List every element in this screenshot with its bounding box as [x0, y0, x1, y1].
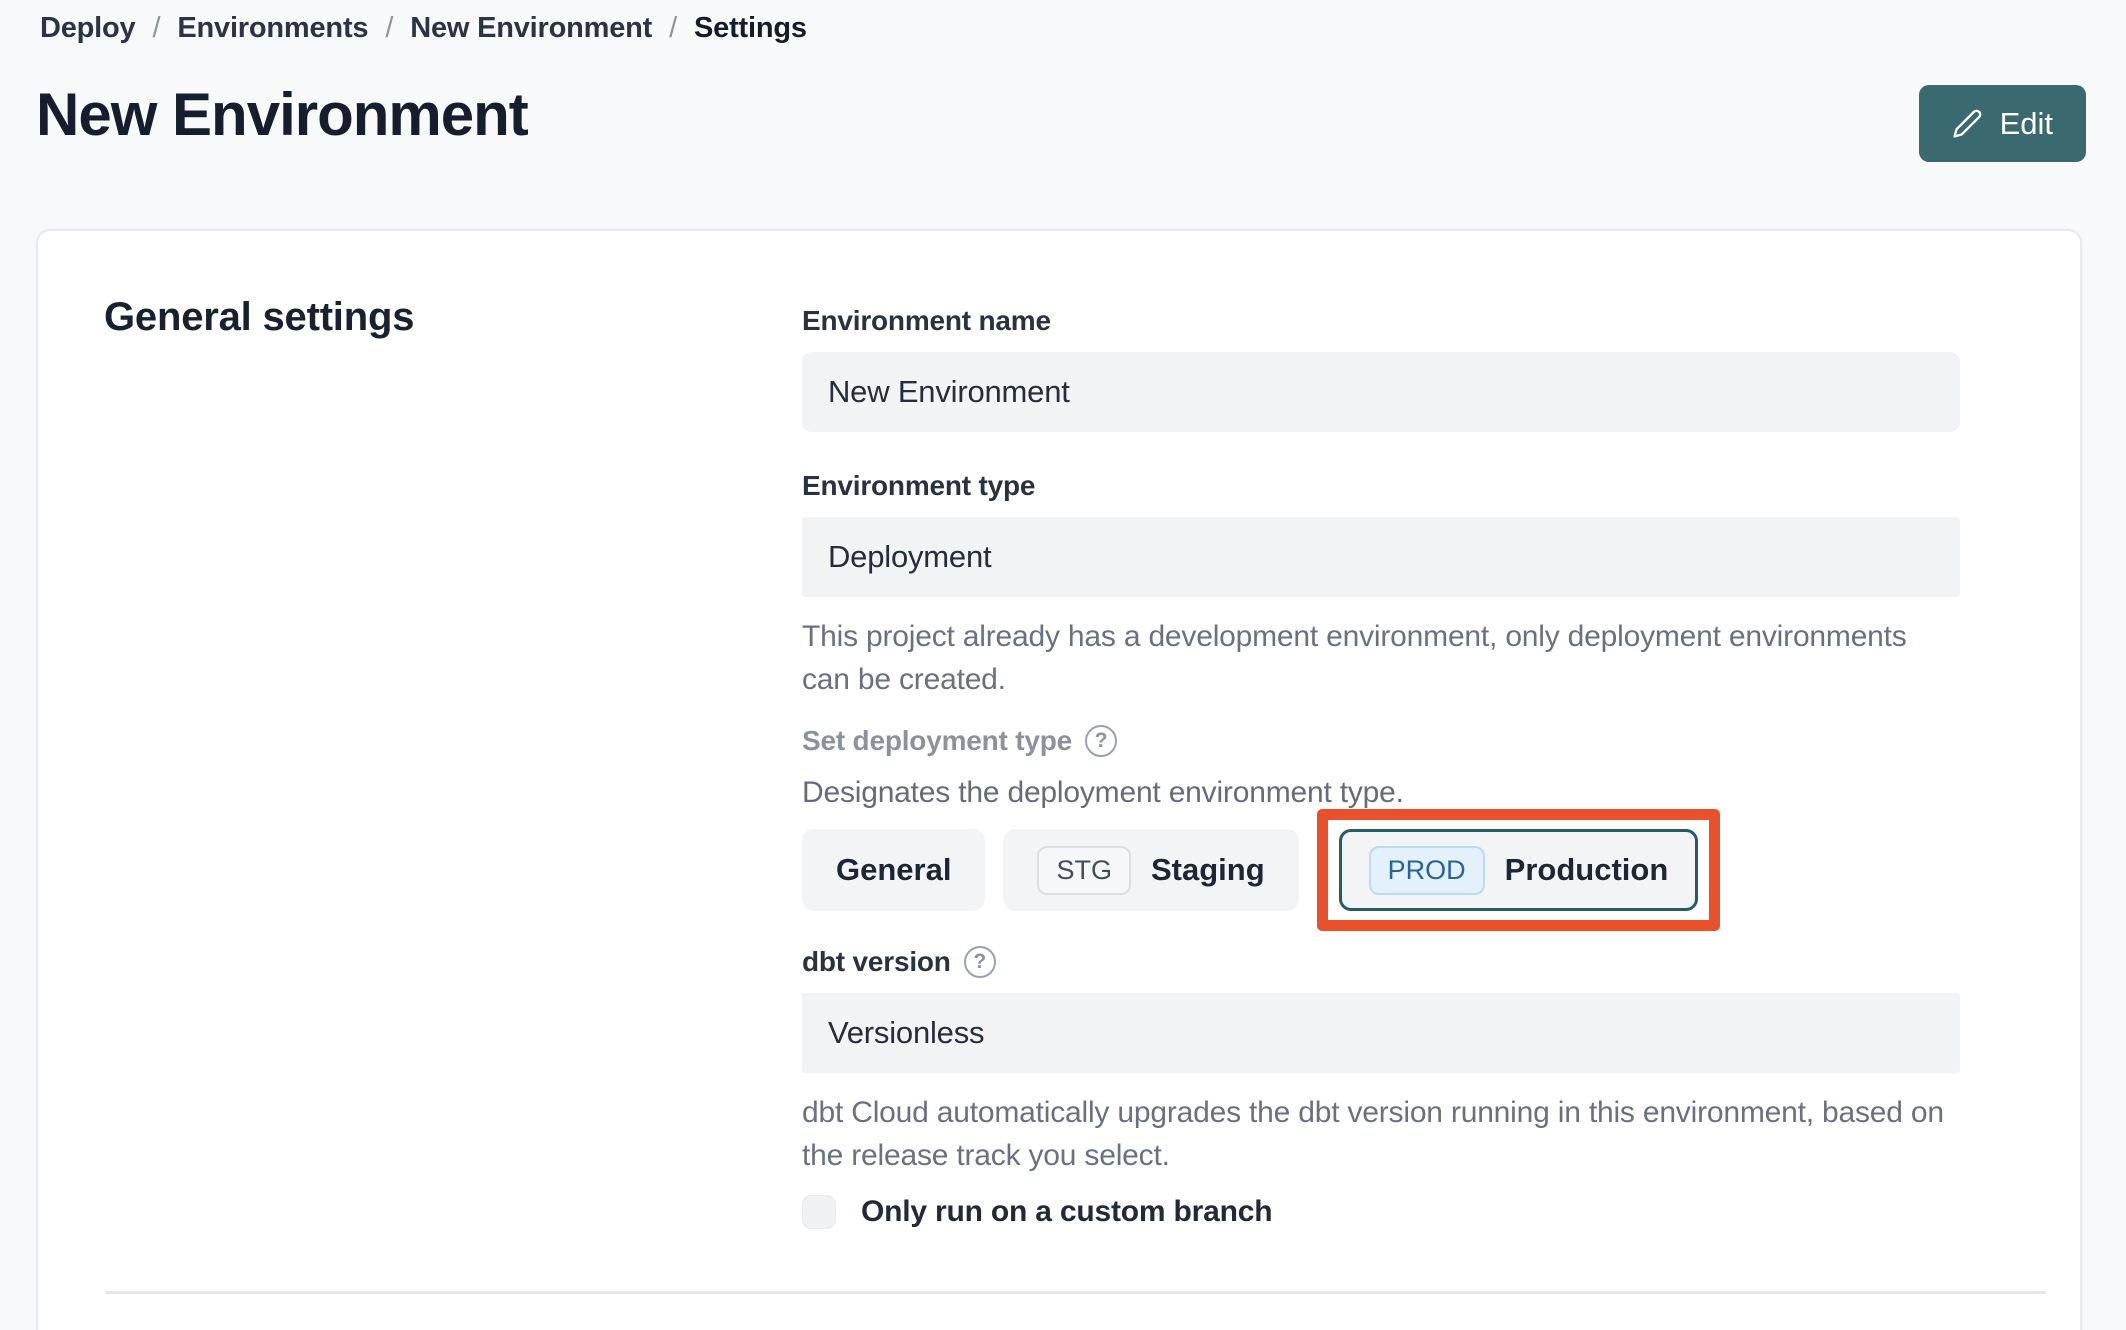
- staging-badge: STG: [1037, 845, 1131, 895]
- section-title: General settings: [104, 295, 415, 339]
- breadcrumb-environments[interactable]: Environments: [177, 12, 368, 45]
- settings-form: Environment name New Environment Environ…: [802, 305, 1960, 1229]
- breadcrumb-separator: /: [385, 12, 394, 44]
- environment-name-field: New Environment: [802, 352, 1960, 432]
- custom-branch-checkbox[interactable]: [802, 1195, 836, 1229]
- custom-branch-row: Only run on a custom branch: [802, 1195, 1960, 1229]
- edit-button-label: Edit: [1999, 105, 2053, 141]
- breadcrumb-deploy[interactable]: Deploy: [40, 12, 136, 45]
- breadcrumb: Deploy / Environments / New Environment …: [40, 12, 807, 45]
- custom-branch-label: Only run on a custom branch: [861, 1195, 1273, 1228]
- deployment-type-options: General STG Staging PROD Production: [802, 808, 1960, 932]
- environment-type-field: Deployment: [802, 517, 1960, 597]
- dbt-version-help: dbt Cloud automatically upgrades the dbt…: [802, 1096, 1944, 1172]
- environment-name-label: Environment name: [802, 305, 1051, 336]
- pencil-icon: [1952, 108, 1983, 139]
- edit-button[interactable]: Edit: [1918, 85, 2086, 162]
- dbt-version-value: Versionless: [828, 1015, 985, 1050]
- environment-name-value: New Environment: [828, 374, 1070, 409]
- deployment-type-label: Set deployment type: [802, 725, 1960, 757]
- question-icon[interactable]: [963, 946, 996, 978]
- staging-button-label: Staging: [1150, 852, 1265, 887]
- dbt-version-label-text: dbt version: [802, 946, 951, 977]
- dbt-version-field: Versionless: [802, 993, 1960, 1073]
- deployment-type-general-button[interactable]: General: [802, 829, 986, 911]
- question-icon[interactable]: [1085, 725, 1118, 757]
- deployment-type-staging-button[interactable]: STG Staging: [1003, 829, 1299, 911]
- prod-badge: PROD: [1368, 845, 1485, 895]
- highlight-rectangle: PROD Production: [1316, 809, 1721, 931]
- section-divider: [105, 1291, 2046, 1294]
- deployment-type-production-button[interactable]: PROD Production: [1338, 829, 1699, 911]
- environment-type-label: Environment type: [802, 470, 1036, 501]
- deployment-type-label-text: Set deployment type: [802, 725, 1073, 756]
- general-button-label: General: [836, 852, 952, 887]
- environment-type-help: This project already has a development e…: [802, 620, 1907, 696]
- production-button-label: Production: [1504, 852, 1669, 887]
- page-title: New Environment: [36, 81, 529, 148]
- breadcrumb-separator: /: [152, 12, 161, 44]
- breadcrumb-settings: Settings: [694, 12, 807, 44]
- dbt-version-label: dbt version: [802, 946, 1960, 978]
- breadcrumb-separator: /: [669, 12, 677, 44]
- environment-type-value: Deployment: [828, 539, 992, 574]
- general-settings-card: General settings Environment name New En…: [36, 229, 2082, 1330]
- breadcrumb-new-environment[interactable]: New Environment: [410, 12, 652, 45]
